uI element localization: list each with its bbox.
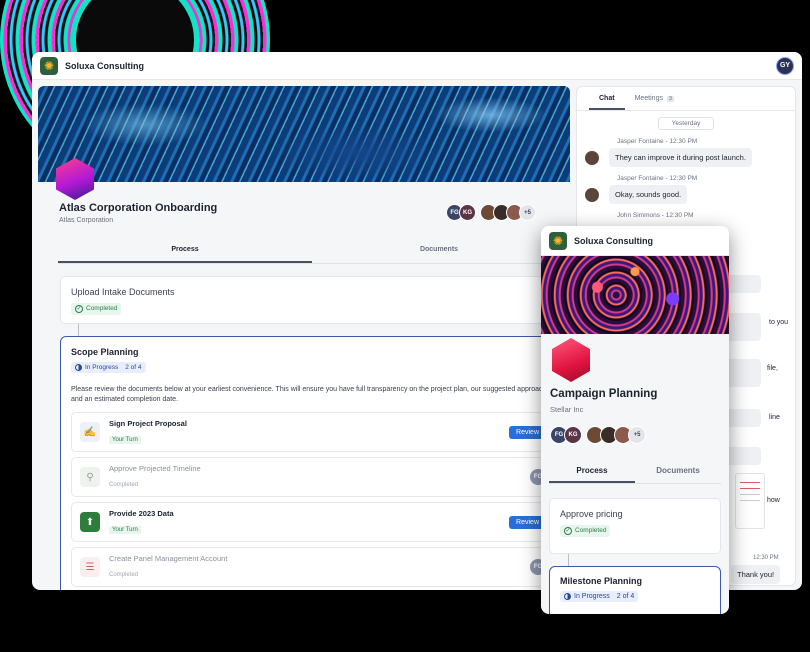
step-title: Approve pricing (560, 509, 623, 519)
upload-file-icon: ⬆ (80, 512, 100, 532)
step-card-scope: Scope Planning In Progress 2 of 4 Please… (60, 336, 566, 590)
chat-message: Okay, sounds good. (585, 185, 795, 204)
progress-badge: In Progress 2 of 4 (71, 362, 146, 373)
task-row[interactable]: ☰ Create Panel Management Account Comple… (71, 547, 555, 587)
check-circle-icon: ✓ (75, 304, 83, 313)
chat-tabs: Chat Meetings 3 (577, 87, 795, 111)
task-status: Your Turn (109, 525, 141, 534)
card-members[interactable]: FG KG +5 (550, 426, 646, 444)
stamp-icon: ⚲ (80, 467, 100, 487)
status-label: Completed (575, 527, 607, 534)
partial-message-text: line (769, 414, 780, 421)
more-members-badge[interactable]: +5 (628, 426, 646, 444)
step-card-milestone[interactable]: Milestone Planning In Progress 2 of 4 (549, 566, 721, 614)
date-divider: Yesterday (658, 117, 714, 130)
step-count: 2 of 4 (616, 593, 635, 600)
card-header: ✺ Soluxa Consulting (541, 226, 729, 256)
tab-documents[interactable]: Documents (635, 460, 721, 483)
task-title: Approve Projected Timeline (109, 463, 201, 473)
step-count: 2 of 4 (125, 364, 142, 371)
partial-message-text: how (767, 497, 780, 504)
step-connector (568, 554, 569, 566)
step-connector (78, 324, 79, 336)
status-label: In Progress (574, 593, 610, 600)
member-avatar[interactable]: KG (564, 426, 582, 444)
tab-meetings-label: Meetings (634, 95, 663, 102)
project-client: Atlas Corporation (59, 217, 114, 224)
project-members[interactable]: FG KG +5 (446, 204, 536, 221)
status-label: Completed (86, 305, 118, 312)
signature-icon: ✍ (80, 422, 100, 442)
card-tabs: Process Documents (549, 460, 721, 484)
card-client: Stellar Inc (550, 405, 584, 414)
message-bubble: They can improve it during post launch. (609, 148, 752, 167)
tab-documents[interactable]: Documents (312, 242, 566, 263)
message-bubble-outgoing: Thank you! (731, 565, 781, 584)
campaign-card: ✺ Soluxa Consulting Campaign Planning St… (541, 226, 729, 614)
user-avatar[interactable]: GY (776, 56, 794, 75)
card-hex-logo (552, 338, 590, 382)
message-bubble: Okay, sounds good. (609, 185, 688, 204)
sender-avatar (585, 187, 599, 202)
brand-logo-icon: ✺ (40, 56, 58, 75)
step-card-pricing[interactable]: Approve pricing ✓ Completed (549, 498, 721, 554)
status-label: In Progress (85, 364, 119, 371)
task-title: Sign Project Proposal (109, 418, 187, 428)
task-status: Completed (109, 481, 139, 488)
task-title: Create Panel Management Account (109, 553, 228, 563)
task-title: Provide 2023 Data (109, 508, 174, 518)
card-banner-image (541, 256, 729, 334)
step-title: Upload Intake Documents (71, 287, 175, 297)
partial-message-text: to you (769, 319, 789, 326)
tab-process[interactable]: Process (549, 460, 635, 483)
sender-avatar (585, 150, 599, 165)
progress-badge: In Progress 2 of 4 (560, 591, 639, 602)
member-avatar[interactable]: KG (459, 204, 476, 221)
tab-process[interactable]: Process (58, 242, 312, 263)
step-description: Please review the documents below at you… (71, 386, 549, 403)
more-members-badge[interactable]: +5 (519, 204, 536, 221)
step-title: Milestone Planning (560, 576, 643, 586)
screenshot-stage: { "app": { "brand": "Soluxa Consulting",… (0, 0, 810, 652)
task-row[interactable]: ✍ Sign Project Proposal Your Turn Review (71, 412, 555, 452)
form-icon: ☰ (80, 557, 100, 577)
tab-chat[interactable]: Chat (589, 87, 625, 110)
document-attachment-thumbnail[interactable] (735, 473, 765, 529)
app-header: ✺ Soluxa Consulting GY (32, 52, 802, 80)
task-status: Completed (109, 571, 139, 578)
message-meta: Jasper Fontaine - 12:30 PM (617, 175, 698, 182)
card-title: Campaign Planning (550, 388, 658, 400)
status-badge: ✓ Completed (560, 524, 611, 537)
step-title: Scope Planning (71, 347, 139, 357)
brand-name: Soluxa Consulting (65, 60, 145, 71)
status-badge: ✓ Completed (71, 302, 122, 315)
partial-message-text: file, (767, 365, 778, 372)
brand-logo-icon: ✺ (549, 231, 567, 250)
task-row[interactable]: ⚲ Approve Projected Timeline Completed F… (71, 457, 555, 497)
half-circle-icon (564, 593, 571, 600)
step-card-upload[interactable]: Upload Intake Documents ✓ Completed (60, 276, 566, 324)
task-status: Your Turn (109, 435, 141, 444)
check-circle-icon: ✓ (564, 526, 572, 535)
chat-message: They can improve it during post launch. (585, 148, 795, 167)
meetings-count-badge: 3 (666, 96, 674, 102)
brand-name: Soluxa Consulting (574, 235, 654, 246)
project-title: Atlas Corporation Onboarding (59, 202, 218, 214)
tab-meetings[interactable]: Meetings 3 (625, 87, 684, 110)
message-time: 12:30 PM (753, 555, 779, 561)
half-circle-icon (75, 364, 82, 371)
project-banner-image (38, 86, 570, 182)
message-meta: Jasper Fontaine - 12:30 PM (617, 138, 698, 145)
project-tabs: Process Documents (58, 242, 566, 264)
project-panel: Atlas Corporation Onboarding Atlas Corpo… (38, 86, 570, 590)
message-meta: John Simmons - 12:30 PM (617, 212, 694, 219)
task-row[interactable]: ⬆ Provide 2023 Data Your Turn Review (71, 502, 555, 542)
